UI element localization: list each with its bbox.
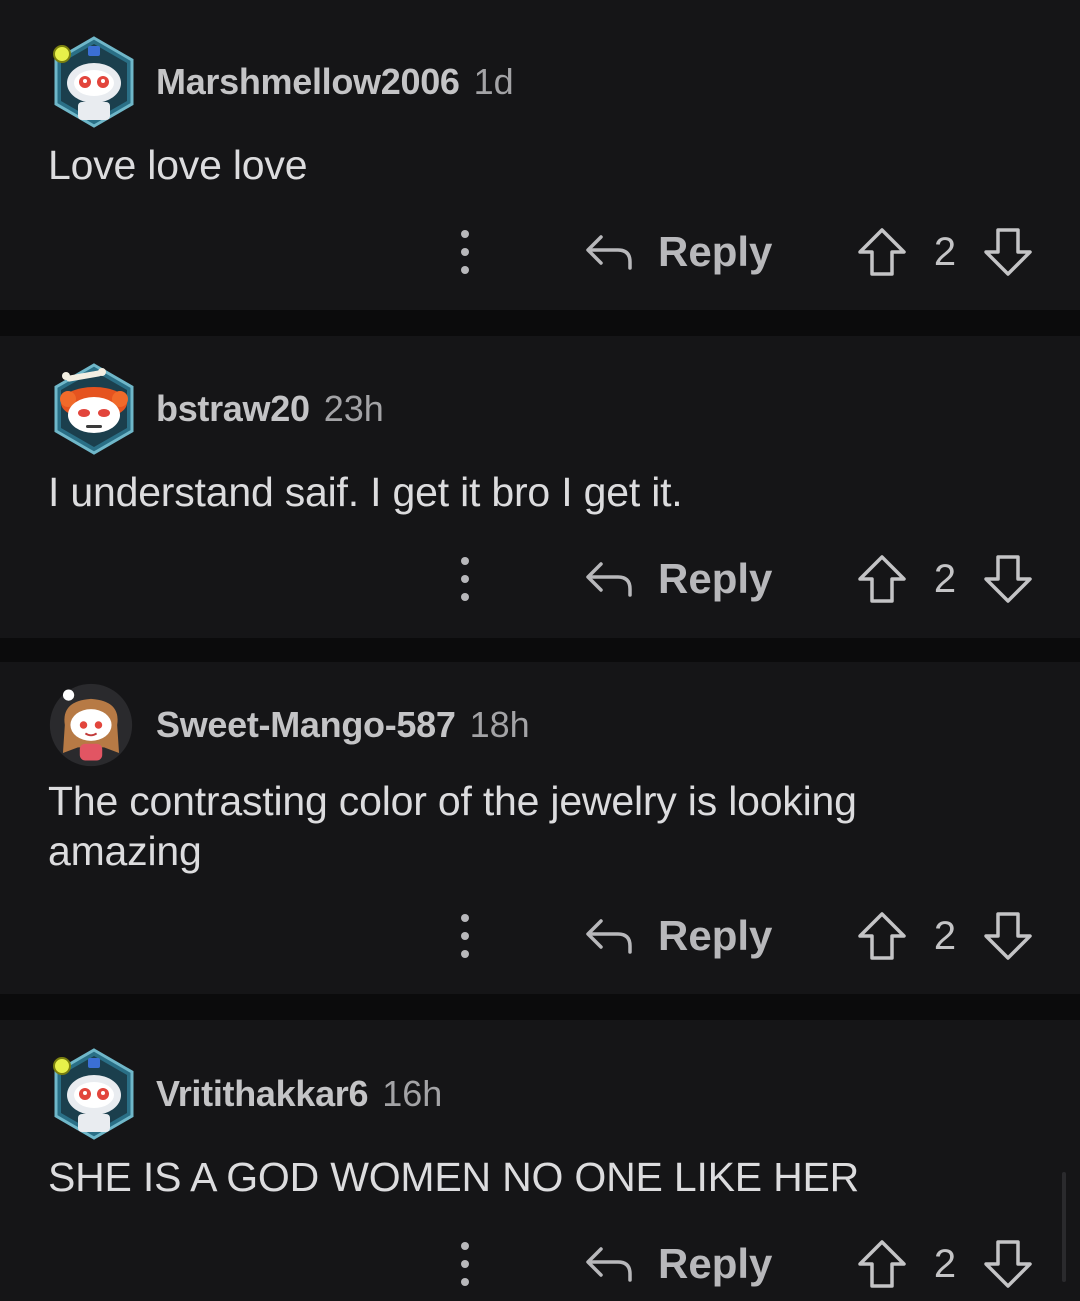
comment-card: Vritithakkar6 16h SHE IS A GOD WOMEN NO … [0, 1020, 1080, 1301]
comment-actions: Reply 2 [0, 549, 1080, 609]
comment-text: Love love love [48, 142, 308, 188]
snoo-robot-avatar[interactable] [48, 36, 140, 128]
comment-author[interactable]: bstraw20 [156, 388, 310, 430]
vote-score: 2 [933, 914, 957, 958]
comment-header: Sweet-Mango-587 18h [48, 682, 530, 768]
reply-arrow-icon [586, 562, 632, 597]
downvote-arrow-icon[interactable] [982, 226, 1034, 278]
reply-arrow-icon [586, 1247, 632, 1282]
comment-card: Marshmellow2006 1d Love love love Reply … [0, 0, 1080, 310]
scrollbar[interactable] [1062, 1172, 1066, 1282]
comment-feed: Marshmellow2006 1d Love love love Reply … [0, 0, 1080, 1301]
comment-text: SHE IS A GOD WOMEN NO ONE LIKE HER [48, 1154, 860, 1200]
comment-time: 23h [323, 388, 384, 429]
comment-header: Marshmellow2006 1d [48, 36, 514, 128]
downvote-arrow-icon[interactable] [982, 910, 1034, 962]
reply-button[interactable]: Reply [584, 906, 772, 966]
downvote-arrow-icon[interactable] [982, 1238, 1034, 1290]
reply-label: Reply [658, 228, 773, 275]
comment-text: The contrasting color of the jewelry is … [48, 778, 857, 874]
vote-score: 2 [933, 557, 957, 601]
comment-time: 16h [382, 1073, 443, 1114]
comment-author[interactable]: Marshmellow2006 [156, 61, 460, 103]
reply-button[interactable]: Reply [584, 549, 772, 609]
comment-header: Vritithakkar6 16h [48, 1048, 442, 1140]
upvote-arrow-icon[interactable] [856, 226, 908, 278]
comment-card: Sweet-Mango-587 18h The contrasting colo… [0, 662, 1080, 994]
more-vertical-icon[interactable] [448, 549, 482, 609]
downvote-arrow-icon[interactable] [982, 553, 1034, 605]
upvote-arrow-icon[interactable] [856, 1238, 908, 1290]
snoo-girl-avatar[interactable] [48, 682, 134, 768]
vote-score: 2 [933, 230, 957, 274]
more-vertical-icon[interactable] [448, 1234, 482, 1294]
reply-label: Reply [658, 912, 773, 959]
vote-score: 2 [933, 1242, 957, 1286]
comment-author[interactable]: Vritithakkar6 [156, 1073, 369, 1115]
comment-card: bstraw20 23h I understand saif. I get it… [0, 336, 1080, 638]
comment-actions: Reply 2 [0, 222, 1080, 282]
reply-label: Reply [658, 1240, 773, 1287]
upvote-arrow-icon[interactable] [856, 910, 908, 962]
reply-button[interactable]: Reply [584, 222, 772, 282]
comment-actions: Reply 2 [0, 1234, 1080, 1294]
comment-header: bstraw20 23h [48, 363, 384, 455]
reply-label: Reply [658, 555, 773, 602]
reply-arrow-icon [586, 235, 632, 270]
more-vertical-icon[interactable] [448, 906, 482, 966]
upvote-arrow-icon[interactable] [856, 553, 908, 605]
snoo-robot-avatar[interactable] [48, 1048, 140, 1140]
comment-time: 18h [469, 704, 530, 745]
comment-text: I understand saif. I get it bro I get it… [48, 469, 683, 515]
reply-button[interactable]: Reply [584, 1234, 772, 1294]
comment-author[interactable]: Sweet-Mango-587 [156, 704, 456, 746]
snoo-redhair-avatar[interactable] [48, 363, 140, 455]
comment-time: 1d [473, 61, 514, 102]
reply-arrow-icon [586, 919, 632, 954]
more-vertical-icon[interactable] [448, 222, 482, 282]
comment-actions: Reply 2 [0, 906, 1080, 966]
